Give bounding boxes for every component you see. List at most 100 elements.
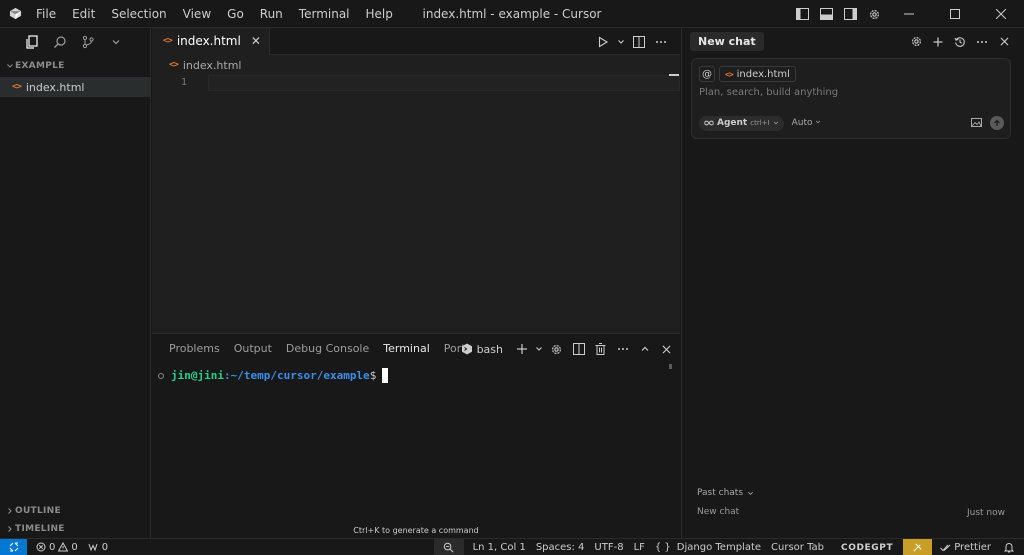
ports-icon — [88, 543, 98, 552]
menu-edit[interactable]: Edit — [64, 0, 103, 28]
minimize-button[interactable] — [886, 0, 932, 28]
terminal-settings-gear-icon[interactable] — [547, 339, 566, 359]
extension-warning-icon[interactable] — [903, 539, 933, 555]
chevron-down-icon — [747, 491, 754, 495]
editor-tab-index-html[interactable]: <> index.html ✕ — [152, 27, 270, 55]
remote-indicator-icon[interactable] — [0, 538, 27, 555]
agent-mode-selector[interactable]: Agent ctrl+I — [699, 115, 784, 131]
explorer-section-header[interactable]: EXAMPLE — [0, 55, 150, 77]
file-item-index-html[interactable]: <> index.html — [0, 77, 150, 97]
language-mode[interactable]: { } Django Template — [650, 539, 766, 555]
cursor-position[interactable]: Ln 1, Col 1 — [468, 539, 531, 555]
close-tab-icon[interactable]: ✕ — [251, 34, 261, 48]
terminal-shell-selector[interactable]: bash — [461, 343, 503, 356]
encoding[interactable]: UTF-8 — [589, 539, 628, 555]
zoom-search-icon[interactable] — [433, 539, 464, 555]
braces-icon: { } — [654, 542, 671, 553]
menu-help[interactable]: Help — [358, 0, 401, 28]
new-chat-plus-icon[interactable] — [928, 32, 948, 52]
outline-label: OUTLINE — [15, 506, 61, 516]
close-window-button[interactable] — [978, 0, 1024, 28]
chat-settings-gear-icon[interactable] — [906, 32, 926, 52]
end-of-line[interactable]: LF — [629, 539, 650, 555]
search-icon[interactable] — [50, 32, 70, 52]
image-upload-icon[interactable] — [971, 116, 982, 130]
past-chat-item[interactable]: New chat — [697, 507, 739, 517]
history-icon[interactable] — [950, 32, 970, 52]
notifications-bell-icon[interactable] — [996, 539, 1024, 555]
chevron-down-icon — [816, 120, 821, 124]
cursor-tab-status[interactable]: Cursor Tab — [766, 539, 829, 555]
run-icon[interactable] — [594, 32, 612, 52]
menu-go[interactable]: Go — [219, 0, 252, 28]
chevron-down-icon[interactable] — [616, 32, 626, 52]
model-label: Auto — [791, 118, 813, 128]
menu-run[interactable]: Run — [252, 0, 291, 28]
prettier-status[interactable]: Prettier — [935, 539, 996, 555]
breadcrumb[interactable]: <> index.html — [152, 55, 680, 75]
more-actions-icon[interactable] — [613, 339, 632, 359]
more-actions-icon[interactable] — [972, 32, 992, 52]
send-button[interactable] — [990, 116, 1004, 130]
terminal-prompt[interactable]: jin@jini :~/temp/cursor/example $ — [158, 368, 389, 383]
prompt-path: :~/temp/cursor/example — [223, 369, 370, 382]
infinity-icon — [704, 120, 714, 126]
toggle-primary-sidebar-icon[interactable] — [790, 0, 814, 28]
bottom-panel: Problems Output Debug Console Terminal P… — [152, 333, 680, 538]
context-file-pill[interactable]: <> index.html — [719, 66, 796, 82]
chevron-down-icon[interactable] — [106, 32, 126, 52]
chat-tab-title[interactable]: New chat — [690, 32, 764, 51]
html-file-icon: <> — [12, 82, 22, 92]
terminal-scrollbar[interactable] — [669, 364, 672, 369]
settings-gear-icon[interactable] — [862, 0, 886, 28]
split-editor-icon[interactable] — [630, 32, 648, 52]
chevron-down-icon[interactable] — [534, 339, 544, 359]
timeline-section-header[interactable]: TIMELINE — [0, 518, 65, 540]
editor-tab-bar: <> index.html ✕ — [152, 27, 680, 55]
shell-label: bash — [476, 342, 503, 356]
chevron-down-icon — [4, 62, 15, 70]
warning-icon — [58, 542, 69, 552]
prompt-user: jin@jini — [171, 369, 224, 382]
past-chats-toggle[interactable]: Past chats — [697, 488, 754, 498]
tab-terminal[interactable]: Terminal — [376, 334, 437, 364]
trash-icon[interactable] — [591, 339, 610, 359]
toggle-secondary-sidebar-icon[interactable] — [838, 0, 862, 28]
menu-bar: File Edit Selection View Go Run Terminal… — [28, 0, 401, 28]
model-selector[interactable]: Auto — [792, 118, 822, 128]
more-actions-icon[interactable] — [652, 32, 670, 52]
menu-view[interactable]: View — [175, 0, 219, 28]
terminal-cursor — [382, 368, 389, 383]
line-number: 1 — [180, 77, 187, 88]
code-line[interactable]: 1 — [152, 75, 680, 91]
split-terminal-icon[interactable] — [569, 339, 588, 359]
ports-status[interactable]: 0 — [83, 539, 113, 555]
source-control-icon[interactable] — [78, 32, 98, 52]
chat-input[interactable] — [699, 87, 999, 98]
codegpt-status[interactable]: CODEGPT — [829, 543, 903, 553]
problems-status[interactable]: 0 0 — [31, 539, 83, 555]
menu-selection[interactable]: Selection — [103, 0, 174, 28]
error-count: 0 — [49, 541, 56, 553]
add-context-button[interactable]: @ — [699, 66, 715, 82]
tab-output[interactable]: Output — [227, 334, 279, 364]
maximize-button[interactable] — [932, 0, 978, 28]
menu-terminal[interactable]: Terminal — [291, 0, 358, 28]
chevron-right-icon — [4, 507, 15, 515]
minimap[interactable] — [669, 74, 679, 76]
maximize-panel-chevron-up-icon[interactable] — [635, 339, 654, 359]
toggle-panel-icon[interactable] — [814, 0, 838, 28]
new-terminal-icon[interactable] — [512, 339, 531, 359]
tab-debug-console[interactable]: Debug Console — [279, 334, 376, 364]
cursor-logo-icon — [2, 0, 28, 28]
tab-problems[interactable]: Problems — [162, 334, 227, 364]
explorer-files-icon[interactable] — [22, 32, 42, 52]
breadcrumb-file[interactable]: index.html — [183, 59, 242, 72]
html-file-icon: <> — [169, 60, 179, 70]
ports-count: 0 — [101, 541, 109, 553]
ai-chat-panel: New chat @ <> index.html Plan, search, b… — [681, 28, 1024, 538]
menu-file[interactable]: File — [28, 0, 64, 28]
close-panel-icon[interactable] — [657, 339, 676, 359]
close-chat-icon[interactable] — [994, 32, 1014, 52]
indentation[interactable]: Spaces: 4 — [531, 539, 590, 555]
